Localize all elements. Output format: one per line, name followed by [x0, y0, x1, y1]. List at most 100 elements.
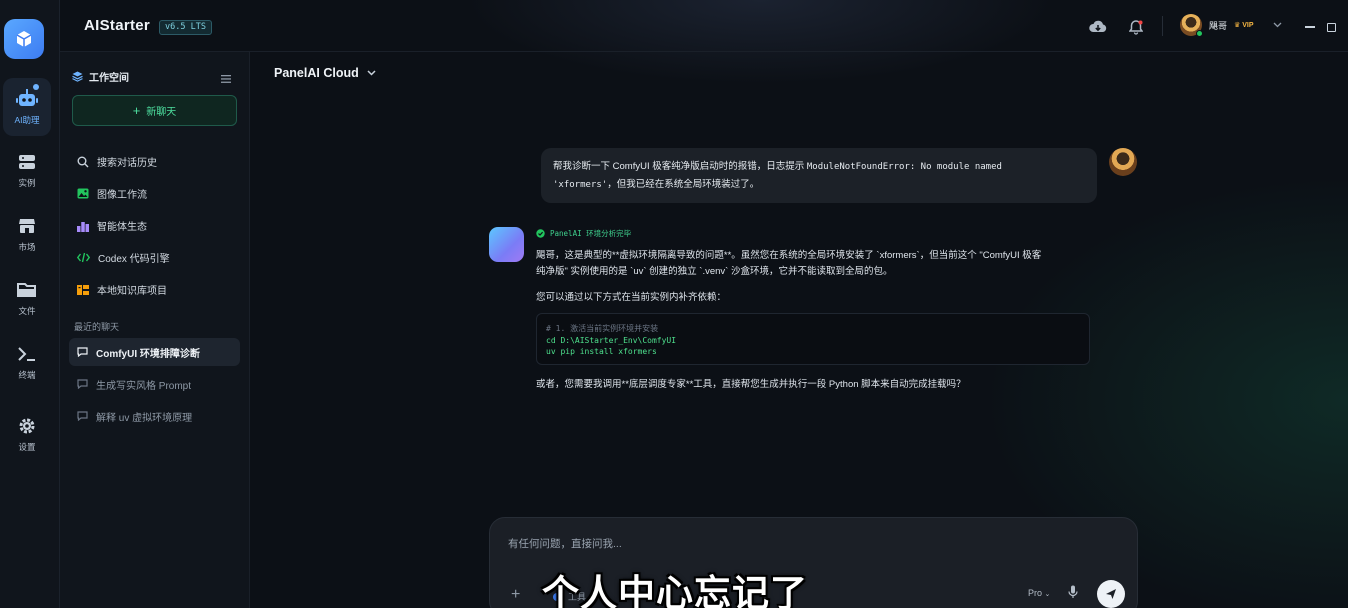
user-name: 飓哥	[1209, 20, 1228, 31]
icon-rail: AI助理 实例 市场 文件 终端 设置	[0, 0, 60, 608]
avatar	[1180, 14, 1203, 37]
terminal-icon	[18, 347, 35, 361]
nav-label: 图像工作流	[97, 190, 147, 201]
online-indicator	[1196, 30, 1203, 37]
agents-icon	[77, 221, 89, 232]
mode-selector[interactable]: Pro ⌄	[1028, 588, 1050, 598]
top-bar: AIStarter v6.5 LTS 飓哥 ♛ VIP	[60, 0, 1348, 52]
video-subtitle: 个人中心忘记了	[542, 573, 808, 608]
nav-item-knowledge-base[interactable]: 本地知识库项目	[77, 282, 167, 297]
gear-icon	[19, 418, 35, 434]
chat-input-placeholder[interactable]: 有任何问题，直接问我...	[508, 536, 622, 551]
chevron-down-icon	[1273, 22, 1282, 28]
app-window: AI助理 实例 市场 文件 终端 设置 AIStarter v6.5 LTS 飓…	[0, 0, 1348, 608]
new-chat-button[interactable]: + 新聊天	[72, 95, 237, 126]
rail-label: 终端	[18, 370, 36, 380]
app-logo[interactable]	[4, 19, 44, 59]
nav-label: Codex 代码引擎	[98, 254, 170, 265]
image-icon	[77, 188, 89, 199]
rail-label: 文件	[18, 306, 36, 316]
rail-label: AI助理	[14, 115, 40, 125]
inline-code: 'xformers'	[553, 180, 608, 190]
workspace-header: 工作空间	[72, 69, 129, 84]
inline-code: ModuleNotFoundError: No module named	[806, 162, 1002, 172]
rail-label: 市场	[18, 242, 36, 252]
robot-icon	[16, 89, 38, 106]
version-badge: v6.5 LTS	[159, 20, 212, 35]
model-selector[interactable]: PanelAI Cloud	[274, 66, 376, 80]
divider	[1162, 16, 1163, 36]
vip-text: VIP	[1242, 22, 1254, 29]
rail-label: 实例	[18, 178, 36, 188]
assistant-paragraph: 飓哥，这是典型的**虚拟环境隔离导致的问题**。虽然您在系统的全局环境安装了 `…	[536, 248, 1041, 280]
send-button[interactable]	[1097, 580, 1125, 608]
paragraph-line: 纯净版" 实例使用的是 `uv` 创建的独立 `.venv` 沙盒环境，它并不能…	[536, 266, 893, 277]
user-avatar	[1109, 148, 1137, 176]
user-message-line: 帮我诊断一下 ComfyUI 极客纯净版启动时的报错，日志提示 ModuleNo…	[553, 158, 1085, 176]
nav-item-search-history[interactable]: 搜索对话历史	[77, 154, 157, 169]
nav-label: 智能体生态	[97, 222, 147, 233]
nav-item-codex[interactable]: Codex 代码引擎	[77, 250, 170, 265]
attach-plus-icon[interactable]: +	[511, 586, 520, 604]
layers-icon	[72, 71, 83, 82]
chat-item-label: 解释 uv 虚拟环境原理	[96, 412, 193, 424]
nav-label: 本地知识库项目	[97, 286, 167, 297]
analysis-status: PanelAI 环境分析完毕	[536, 228, 631, 239]
notification-dot	[33, 84, 39, 90]
workspace-title: 工作空间	[89, 73, 129, 84]
assistant-avatar	[489, 227, 524, 262]
chat-item-realistic-prompt[interactable]: 生成写实风格 Prompt	[69, 370, 240, 398]
knowledge-icon	[77, 284, 89, 295]
maximize-icon[interactable]	[1322, 18, 1340, 36]
rail-item-instances[interactable]: 实例	[3, 142, 51, 200]
app-title: AIStarter	[84, 17, 151, 34]
sidebar: 工作空间 + 新聊天 搜索对话历史 图像工作流 智能体生态 Codex 代码引擎…	[60, 52, 250, 608]
store-icon	[19, 219, 35, 233]
code-line: uv pip install xformers	[546, 347, 657, 356]
rail-item-market[interactable]: 市场	[3, 206, 51, 264]
chat-item-label: 生成写实风格 Prompt	[96, 380, 192, 392]
folder-icon	[17, 283, 36, 297]
bell-icon[interactable]	[1127, 18, 1145, 36]
minimize-icon[interactable]	[1301, 18, 1319, 36]
chat-bubble-icon	[77, 379, 88, 389]
chevron-down-icon: ⌄	[1044, 591, 1051, 598]
status-text: PanelAI 环境分析完毕	[550, 229, 632, 238]
cloud-download-icon[interactable]	[1089, 18, 1107, 36]
microphone-icon[interactable]	[1068, 585, 1078, 604]
rail-item-files[interactable]: 文件	[3, 270, 51, 328]
chat-bubble-icon	[77, 411, 88, 421]
code-comment: # 1. 激活当前实例环境并安装	[546, 324, 659, 333]
nav-item-image-workflow[interactable]: 图像工作流	[77, 186, 147, 201]
nav-label: 搜索对话历史	[97, 158, 157, 169]
message-text: ，但我已经在系统全局环境装过了。	[607, 179, 760, 190]
check-circle-icon	[536, 229, 545, 238]
menu-icon[interactable]	[221, 70, 231, 88]
mode-label: Pro	[1028, 588, 1043, 598]
rail-label: 设置	[18, 442, 36, 452]
chat-item-uv-explain[interactable]: 解释 uv 虚拟环境原理	[69, 402, 240, 430]
plus-icon: +	[132, 102, 141, 118]
user-message-bubble: 帮我诊断一下 ComfyUI 极客纯净版启动时的报错，日志提示 ModuleNo…	[541, 148, 1097, 203]
code-icon	[77, 252, 90, 263]
nav-item-agents[interactable]: 智能体生态	[77, 218, 147, 233]
code-block: # 1. 激活当前实例环境并安装 cd D:\AIStarter_Env\Com…	[536, 313, 1090, 365]
chat-bubble-icon	[77, 347, 88, 357]
new-chat-label: 新聊天	[146, 107, 177, 118]
recent-chats-title: 最近的聊天	[74, 322, 120, 332]
model-name: PanelAI Cloud	[274, 66, 359, 80]
vip-badge: ♛ VIP	[1234, 22, 1254, 29]
box-icon	[16, 31, 32, 47]
send-icon	[1106, 589, 1116, 599]
rail-item-terminal[interactable]: 终端	[3, 334, 51, 392]
assistant-paragraph: 您可以通过以下方式在当前实例内补齐依赖：	[536, 292, 727, 303]
chevron-down-icon	[367, 70, 376, 76]
search-icon	[77, 156, 89, 167]
rail-item-ai-assistant[interactable]: AI助理	[3, 78, 51, 136]
rail-item-settings[interactable]: 设置	[3, 406, 51, 464]
chat-item-comfyui-diagnosis[interactable]: ComfyUI 环境排障诊断	[69, 338, 240, 366]
code-line: cd D:\AIStarter_Env\ComfyUI	[546, 335, 677, 345]
user-menu[interactable]: 飓哥 ♛ VIP	[1180, 14, 1282, 37]
assistant-paragraph: 或者，您需要我调用**底层调度专家**工具，直接帮您生成并执行一段 Python…	[536, 379, 966, 390]
user-message-line: 'xformers'，但我已经在系统全局环境装过了。	[553, 176, 1085, 194]
